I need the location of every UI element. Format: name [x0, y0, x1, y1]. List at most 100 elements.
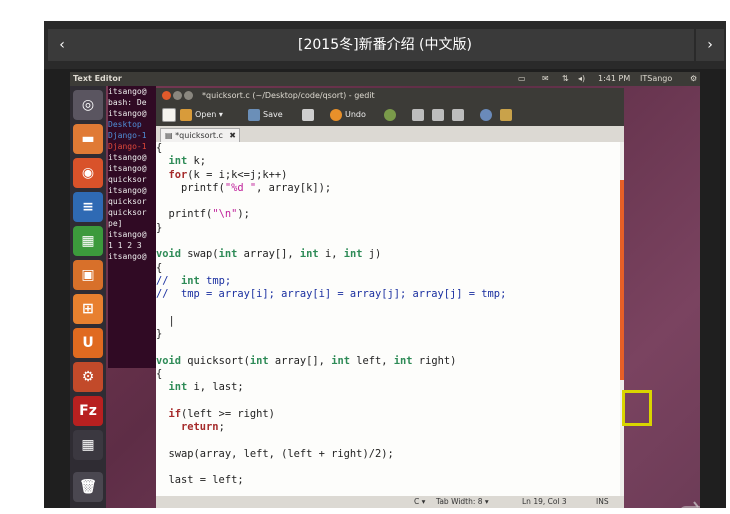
code-editor[interactable]: { int k; for(k = i;k<=j;k++) printf("%d …	[156, 142, 620, 496]
video-player[interactable]: Text Editor ▭ ✉ ⇅ ◂) 1:41 PM ITSango ⚙ ◎…	[70, 72, 700, 508]
active-app-name: Text Editor	[73, 74, 122, 83]
cut-button[interactable]	[412, 108, 427, 122]
terminal-line: pe]	[108, 219, 123, 228]
copy-icon	[432, 108, 444, 121]
paste-icon	[452, 108, 464, 121]
find-button[interactable]	[480, 108, 495, 122]
chevron-left-icon: ‹	[59, 37, 65, 53]
code-line: last = left;	[168, 474, 244, 487]
terminal-line: itsango@	[108, 109, 147, 118]
code-line: swap(array, left, (left + right)/2);	[168, 447, 394, 460]
terminal-window[interactable]: itsango@ bash: De itsango@ Desktop Django-1 D…	[108, 86, 156, 368]
code-line: printf("%d ", array[k]);	[181, 181, 332, 194]
save-button[interactable]: Save	[248, 108, 283, 122]
writer-icon[interactable]: ≡	[73, 192, 103, 222]
search-icon	[480, 108, 492, 121]
terminal-line: itsango@	[108, 252, 147, 261]
settings-icon[interactable]: ⚙	[73, 362, 103, 392]
mail-icon[interactable]: ✉	[542, 72, 549, 86]
folder-icon	[180, 108, 192, 121]
close-tab-icon[interactable]: ✖	[229, 129, 236, 142]
subtitle-glyph	[622, 390, 652, 426]
next-button[interactable]: ›	[696, 29, 724, 61]
gedit-window: *quicksort.c (~/Desktop/code/qsort) - ge…	[156, 88, 624, 508]
close-window-icon[interactable]	[162, 91, 171, 100]
code-line: return;	[181, 421, 225, 434]
document-tabs: ▤ *quicksort.c ✖	[156, 126, 624, 142]
new-document-button[interactable]	[162, 108, 179, 122]
language-selector[interactable]: C ▾	[414, 496, 425, 508]
keyboard-icon[interactable]: ▭	[518, 72, 526, 86]
user-menu[interactable]: ITSango	[640, 72, 672, 86]
maximize-window-icon[interactable]	[184, 91, 193, 100]
trash-icon[interactable]: 🗑	[73, 472, 103, 502]
code-line: // int tmp;	[156, 274, 232, 287]
tab-quicksort[interactable]: ▤ *quicksort.c ✖	[160, 128, 240, 142]
code-line: {	[156, 261, 163, 274]
undo-icon	[330, 108, 342, 121]
terminal-line: quicksor	[108, 208, 147, 217]
ubuntu-dash-icon[interactable]: ◎	[73, 90, 103, 120]
firefox-icon[interactable]: ◉	[73, 158, 103, 188]
chevron-right-icon: ›	[707, 37, 713, 53]
tab-width-selector[interactable]: Tab Width: 8 ▾	[436, 496, 489, 508]
impress-icon[interactable]: ▣	[73, 260, 103, 290]
terminal-line: Django-1	[108, 131, 147, 140]
slideshow-header: ‹ [2015冬]新番介绍 (中文版) ›	[44, 21, 726, 69]
window-title: *quicksort.c (~/Desktop/code/qsort) - ge…	[202, 91, 375, 100]
volume-icon[interactable]: ◂)	[578, 72, 585, 86]
gedit-statusbar: C ▾ Tab Width: 8 ▾ Ln 19, Col 3 INS	[156, 496, 624, 508]
workspace-icon[interactable]: ▦	[73, 430, 103, 460]
code-line: for(k = i;k<=j;k++)	[168, 168, 288, 181]
terminal-line: Django-1	[108, 142, 147, 151]
print-icon	[302, 108, 314, 121]
play-icon[interactable]	[678, 501, 700, 508]
paste-button[interactable]	[452, 108, 467, 122]
ubuntu-launcher: ◎ ▬ ◉ ≡ ▦ ▣ ⊞ U ⚙ Fz ▦ 🗑	[70, 86, 106, 508]
cursor-position: Ln 19, Col 3	[522, 497, 567, 506]
open-button[interactable]: Open ▾	[180, 108, 223, 122]
terminal-line: quicksor	[108, 197, 147, 206]
terminal-line: 1 1 2 3	[108, 241, 142, 250]
replace-icon	[500, 108, 512, 121]
document-icon: ▤	[165, 131, 176, 140]
vertical-scrollbar[interactable]	[620, 142, 624, 496]
code-line: }	[156, 328, 163, 341]
scrollbar-thumb[interactable]	[620, 180, 624, 380]
code-line: }	[156, 221, 163, 234]
save-icon	[248, 108, 260, 121]
minimize-window-icon[interactable]	[173, 91, 182, 100]
code-line: if(left >= right)	[168, 407, 275, 420]
filezilla-icon[interactable]: Fz	[73, 396, 103, 426]
code-line: printf("\n");	[168, 208, 250, 221]
code-line: int i, last;	[168, 381, 244, 394]
terminal-line: itsango@	[108, 186, 147, 195]
gear-icon[interactable]: ⚙	[690, 72, 697, 86]
terminal-line: itsango@	[108, 153, 147, 162]
undo-button[interactable]: Undo	[330, 108, 366, 122]
code-line: |	[168, 314, 175, 327]
ubuntu-one-icon[interactable]: U	[73, 328, 103, 358]
files-icon[interactable]: ▬	[73, 124, 103, 154]
code-line: // tmp = array[i]; array[i] = array[j]; …	[156, 288, 507, 301]
slideshow-frame: ‹ [2015冬]新番介绍 (中文版) › Text Editor ▭ ✉ ⇅ …	[44, 21, 726, 508]
prev-button[interactable]: ‹	[48, 29, 76, 61]
print-button[interactable]	[302, 108, 317, 122]
network-icon[interactable]: ⇅	[562, 72, 569, 86]
gedit-toolbar: Open ▾ Save Undo	[156, 104, 624, 126]
copy-button[interactable]	[432, 108, 447, 122]
replace-button[interactable]	[500, 108, 515, 122]
clock[interactable]: 1:41 PM	[598, 72, 630, 86]
new-file-icon	[162, 108, 176, 122]
code-line: int k;	[168, 155, 207, 168]
code-line: void quicksort(int array[], int left, in…	[156, 354, 457, 367]
software-center-icon[interactable]: ⊞	[73, 294, 103, 324]
redo-button[interactable]	[384, 108, 399, 122]
calc-icon[interactable]: ▦	[73, 226, 103, 256]
